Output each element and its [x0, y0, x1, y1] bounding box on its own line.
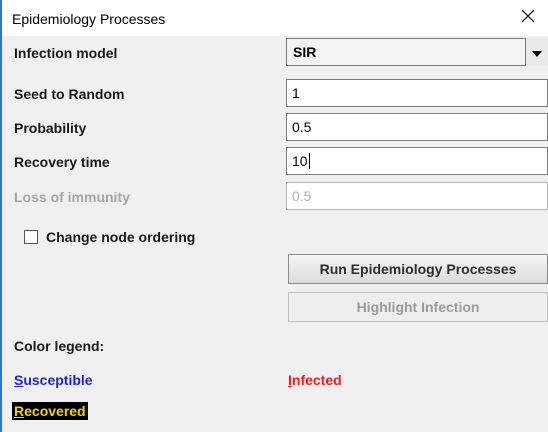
title-bar[interactable]: Epidemiology Processes [2, 0, 548, 36]
loss-of-immunity-input: 0.5 [286, 182, 548, 210]
recovery-time-label: Recovery time [14, 154, 110, 170]
close-button[interactable] [508, 0, 548, 36]
probability-input[interactable]: 0.5 [286, 113, 548, 141]
chevron-down-icon [532, 44, 542, 60]
probability-value: 0.5 [292, 119, 312, 135]
seed-label: Seed to Random [14, 86, 125, 102]
loss-of-immunity-label: Loss of immunity [14, 189, 130, 205]
recovery-time-value: 10 [292, 153, 308, 169]
seed-value: 1 [292, 85, 300, 101]
highlight-infection-button: Highlight Infection [288, 292, 548, 322]
probability-label: Probability [14, 120, 87, 136]
window-title: Epidemiology Processes [12, 11, 166, 27]
loss-of-immunity-value: 0.5 [292, 188, 312, 204]
combo-dropdown-button[interactable] [525, 38, 548, 66]
legend-susceptible: Susceptible [14, 372, 93, 388]
legend-infected: Infected [288, 372, 342, 388]
change-node-ordering-checkbox[interactable] [24, 230, 38, 244]
legend-recovered: Recovered [12, 402, 88, 420]
close-icon [521, 9, 535, 28]
infection-model-value: SIR [293, 44, 317, 60]
color-legend-heading: Color legend: [14, 338, 105, 354]
infection-model-combo[interactable]: SIR [286, 38, 548, 66]
dialog-window: Epidemiology Processes Infection model S… [0, 0, 548, 432]
change-node-ordering-checkbox-row[interactable]: Change node ordering [24, 229, 195, 245]
dialog-content: Infection model SIR Seed to Random 1 Pro… [2, 36, 548, 432]
seed-input[interactable]: 1 [286, 79, 548, 107]
infection-model-label: Infection model [14, 45, 118, 61]
recovery-time-input[interactable]: 10 [286, 147, 548, 175]
text-caret [308, 153, 310, 169]
change-node-ordering-label: Change node ordering [46, 229, 196, 245]
run-epidemiology-button[interactable]: Run Epidemiology Processes [288, 254, 548, 284]
